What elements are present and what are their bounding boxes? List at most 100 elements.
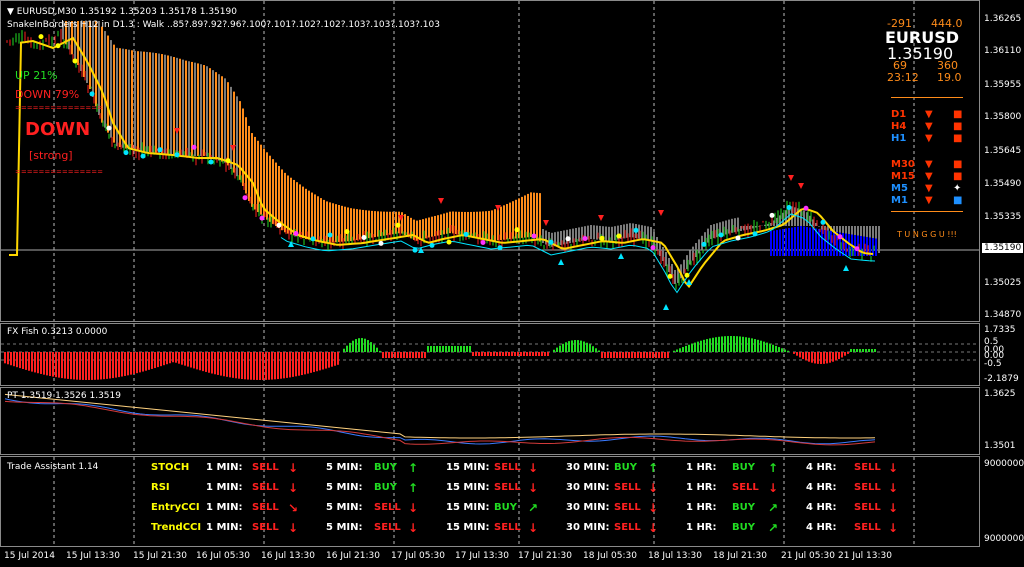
trade-assistant-pane[interactable]: Trade Assistant 1.14 STOCH 1 MIN: SELL ↓ 5 M… xyxy=(0,456,980,547)
pt-tick-bottom: 1.3501 xyxy=(984,441,1016,451)
signal-dot xyxy=(327,232,333,238)
signal-dot xyxy=(72,58,78,64)
chart-symbol-header: ▼ EURUSD,M30 1.35192 1.35203 1.35178 1.3… xyxy=(7,7,237,17)
signal-dot xyxy=(684,272,690,278)
signal-dot xyxy=(361,235,367,241)
signal-buy: BUY xyxy=(374,482,397,493)
price-chart-canvas xyxy=(1,1,979,321)
fx-fish-pane[interactable]: FX Fish 0.3213 0.0000 xyxy=(0,323,980,386)
signal-dot xyxy=(548,239,554,245)
signal-dot xyxy=(565,236,571,242)
tf-status-icon: ■ xyxy=(953,195,963,206)
tf-row-d1: D1 ▼ ■ xyxy=(891,109,969,121)
tf-row-m5: M5 ▼ ✦ xyxy=(891,183,969,195)
time-axis-label: 15 Jul 21:30 xyxy=(133,551,187,561)
up-arrow-icon: ↑ xyxy=(768,461,779,475)
signal-sell: SELL xyxy=(732,482,759,493)
info-time-right: 19.0 xyxy=(937,71,962,84)
tf-label: H1 xyxy=(891,133,907,144)
tf-status-icon: ■ xyxy=(953,171,963,182)
indicator-row-rsi: RSI 1 MIN: SELL ↓ 5 MIN: BUY ↑ 15 MIN: SELL ↓ 30 M… xyxy=(1,481,979,502)
tf-label: M30 xyxy=(891,159,915,170)
tf-status-icon: ■ xyxy=(953,133,963,144)
time-axis-label: 15 Jul 13:30 xyxy=(66,551,120,561)
timeframe-label: 1 MIN: xyxy=(206,482,243,493)
timeframe-label: 1 HR: xyxy=(686,522,717,533)
down-arrow-icon: ↓ xyxy=(888,461,899,475)
info-panel: -291 444.0 EURUSD 1.35190 69 360 23:12 1… xyxy=(881,17,969,247)
down-arrow-icon: ↓ xyxy=(888,481,899,495)
price-tick: 1.36110 xyxy=(984,46,1022,56)
tf-row-m30: M30 ▼ ■ xyxy=(891,159,969,171)
signal-sell: SELL xyxy=(252,502,279,513)
snake-indicator-header: SnakeInBorders H12 in D1.3 : Walk ..85?.… xyxy=(7,20,440,30)
main-chart-pane[interactable]: ▼ EURUSD,M30 1.35192 1.35203 1.35178 1.3… xyxy=(0,0,980,322)
indicator-name: STOCH xyxy=(151,462,190,473)
signal-dot xyxy=(480,240,486,246)
signal-buy: BUY xyxy=(732,502,755,513)
price-tick: 1.35490 xyxy=(984,179,1022,189)
signal-dot xyxy=(616,233,622,239)
timeframe-label: 30 MIN: xyxy=(566,522,610,533)
tf-row-m1: M1 ▼ ■ xyxy=(891,195,969,207)
time-axis-label: 17 Jul 05:30 xyxy=(391,551,445,561)
dash-line-1: =============== xyxy=(15,104,103,112)
assistant-tick-bottom: 9000000 xyxy=(984,534,1024,544)
fx-fish-title: FX Fish 0.3213 0.0000 xyxy=(7,327,108,337)
tf-down-arrow-icon: ▼ xyxy=(925,121,933,132)
signal-dot xyxy=(157,147,163,153)
buy-arrow xyxy=(618,253,624,259)
signal-buy: BUY xyxy=(732,522,755,533)
sell-arrow xyxy=(598,215,604,221)
signal-dot xyxy=(633,227,639,233)
signal-dot xyxy=(55,43,61,49)
time-axis-label: 17 Jul 21:30 xyxy=(518,551,572,561)
assistant-axis: 9000000 9000000 xyxy=(980,456,1024,547)
signal-buy: BUY xyxy=(614,462,637,473)
signal-dot xyxy=(293,230,299,236)
buy-arrow xyxy=(663,304,669,310)
signal-sell: SELL xyxy=(374,502,401,513)
indicator-row-stoch: STOCH 1 MIN: SELL ↓ 5 MIN: BUY ↑ 15 MIN: SELL ↓ 30… xyxy=(1,461,979,482)
signal-dot xyxy=(769,212,775,218)
header-line1: EURUSD,M30 1.35192 1.35203 1.35178 1.351… xyxy=(16,7,237,17)
tf-label: D1 xyxy=(891,109,907,120)
up-arrow-icon: ↑ xyxy=(408,461,419,475)
signal-dot xyxy=(650,245,656,251)
signal-dot xyxy=(803,205,809,211)
price-tick: 1.35800 xyxy=(984,112,1022,122)
down-arrow-icon: ↓ xyxy=(528,521,539,535)
up-arrow-icon: ↑ xyxy=(648,461,659,475)
up-arrow-icon: ↗ xyxy=(768,521,779,535)
signal-sell: SELL xyxy=(614,482,641,493)
info-separator-top xyxy=(891,97,963,98)
time-axis[interactable]: 15 Jul 2014 15 Jul 13:30 15 Jul 21:30 16 Ju… xyxy=(0,548,980,567)
down-arrow-icon: ↘ xyxy=(288,501,299,515)
signal-dot xyxy=(497,245,503,251)
signal-dot xyxy=(429,242,435,248)
signal-sell: SELL xyxy=(494,482,521,493)
price-tick: 1.36265 xyxy=(984,14,1022,24)
tf-down-arrow-icon: ▼ xyxy=(925,133,933,144)
signal-dot xyxy=(225,158,231,164)
timeframe-label: 1 MIN: xyxy=(206,462,243,473)
time-axis-label: 16 Jul 21:30 xyxy=(326,551,380,561)
indicator-name: RSI xyxy=(151,482,170,493)
sell-arrow xyxy=(543,220,549,226)
info-time-left: 23:12 xyxy=(887,71,919,84)
signal-sell: SELL xyxy=(614,502,641,513)
down-arrow-icon: ↓ xyxy=(648,521,659,535)
pt-pane[interactable]: PT 1.3519 1.3526 1.3519 xyxy=(0,387,980,455)
time-axis-label: 21 Jul 05:30 xyxy=(781,551,835,561)
down-arrow-icon: ↓ xyxy=(408,501,419,515)
signal-dot xyxy=(174,152,180,158)
timeframe-label: 15 MIN: xyxy=(446,482,490,493)
signal-sell: SELL xyxy=(374,522,401,533)
up-pct: 21% xyxy=(33,69,58,82)
price-tick: 1.34870 xyxy=(984,310,1022,320)
signal-dot xyxy=(718,232,724,238)
signal-dot xyxy=(140,153,146,159)
pt-indicator-lines xyxy=(4,388,915,454)
price-axis[interactable]: 1.36265 1.36110 1.35955 1.35800 1.35645 1.354… xyxy=(980,0,1024,322)
signal-dot xyxy=(599,235,605,241)
